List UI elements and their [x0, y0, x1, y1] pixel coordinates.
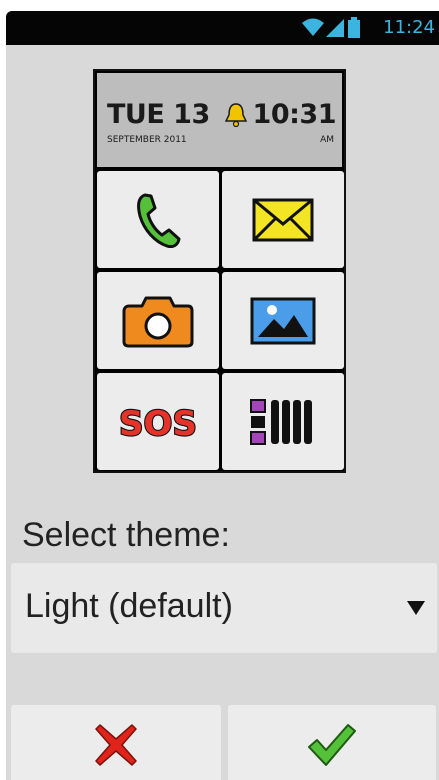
tile-phone — [97, 171, 219, 268]
picture-icon — [250, 297, 316, 344]
checkmark-icon — [308, 724, 356, 766]
signal-icon — [326, 19, 344, 37]
status-time: 11:24 — [383, 17, 435, 38]
clock-time: 10:31 — [252, 99, 337, 130]
wifi-icon — [302, 18, 324, 36]
tile-messages — [222, 171, 344, 268]
tile-camera — [97, 272, 219, 369]
camera-icon — [122, 296, 194, 347]
theme-selected-value: Light (default) — [25, 587, 233, 625]
confirm-button[interactable] — [228, 705, 436, 780]
phone-screen: 11:24 TUE 13 SEPTEMBER 2011 10:31 AM SOS… — [6, 11, 439, 780]
date-day: TUE 13 — [107, 99, 210, 130]
app-grid-icon — [250, 398, 312, 445]
theme-preview: TUE 13 SEPTEMBER 2011 10:31 AM SOS — [93, 69, 346, 473]
clock-widget: TUE 13 SEPTEMBER 2011 10:31 AM — [97, 73, 342, 167]
sos-icon: SOS — [118, 402, 198, 444]
cross-icon — [95, 724, 137, 766]
status-bar: 11:24 — [6, 11, 439, 45]
dropdown-arrow-icon — [407, 601, 425, 615]
envelope-icon — [252, 198, 314, 241]
select-theme-label: Select theme: — [22, 516, 230, 554]
date-month-year: SEPTEMBER 2011 — [107, 135, 187, 145]
tile-apps — [222, 373, 344, 470]
theme-dropdown[interactable]: Light (default) — [11, 563, 437, 653]
battery-icon — [348, 17, 360, 38]
sos-label: SOS — [119, 404, 197, 444]
alarm-bell-icon — [225, 103, 247, 127]
cancel-button[interactable] — [11, 705, 221, 780]
tile-gallery — [222, 272, 344, 369]
phone-icon — [137, 193, 181, 248]
clock-ampm: AM — [320, 135, 334, 145]
tile-sos: SOS — [97, 373, 219, 470]
